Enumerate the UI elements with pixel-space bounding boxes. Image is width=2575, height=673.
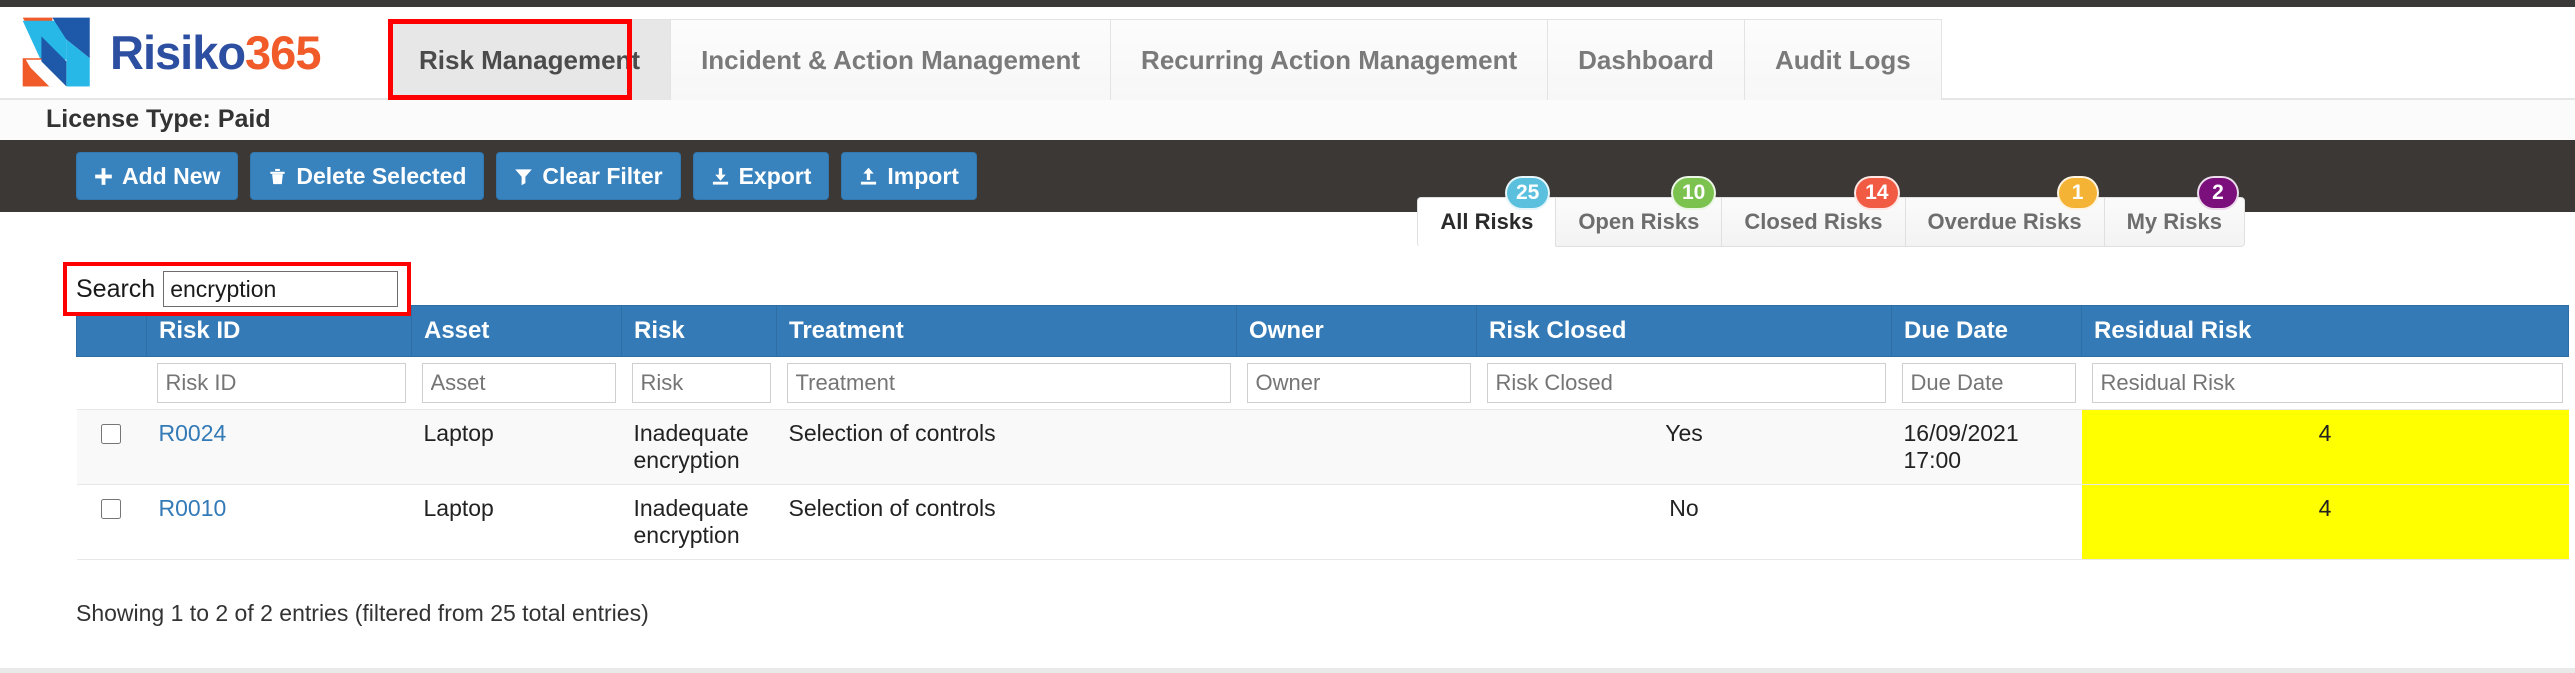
export-button[interactable]: Export — [692, 152, 830, 200]
badge-open-risks: 10 — [1671, 176, 1717, 210]
table-row[interactable]: R0010 Laptop Inadequate encryption Selec… — [76, 484, 2569, 560]
toolbar-button-group: Add New Delete Selected Clear Filter Exp… — [76, 152, 977, 200]
search-input[interactable] — [163, 271, 399, 307]
cell-risk-closed: Yes — [1476, 409, 1892, 485]
delete-selected-label: Delete Selected — [296, 162, 467, 189]
risiko-arrow-logo-icon — [22, 17, 90, 87]
column-filter-row — [76, 356, 2569, 410]
cell-due-date — [1891, 484, 2082, 560]
filter-input-owner[interactable] — [1246, 363, 1471, 403]
cell-treatment: Selection of controls — [776, 409, 1237, 485]
filter-input-due-date[interactable] — [1901, 363, 2076, 403]
header-due-date[interactable]: Due Date — [1891, 305, 2082, 357]
row-select-cell — [76, 409, 147, 485]
filter-cell-treatment — [776, 356, 1237, 410]
brand-name-primary: Risiko — [110, 25, 246, 79]
cell-risk: Inadequate encryption — [621, 484, 777, 560]
cell-risk-id: R0024 — [146, 409, 412, 485]
table-row[interactable]: R0024 Laptop Inadequate encryption Selec… — [76, 409, 2569, 485]
filter-input-residual-risk[interactable] — [2091, 363, 2563, 403]
filter-cell-select — [76, 356, 147, 410]
main-navigation: Risk Management Incident & Action Manage… — [388, 19, 1942, 100]
tab-risk-management[interactable]: Risk Management — [388, 19, 672, 100]
header-risk[interactable]: Risk — [621, 305, 777, 357]
app-header: Risiko365 Risk Management Incident & Act… — [0, 7, 2575, 100]
cell-asset: Laptop — [411, 484, 622, 560]
brand-name-secondary: 365 — [245, 25, 321, 79]
license-type-label: License Type: Paid — [46, 105, 271, 133]
trash-icon — [270, 168, 286, 184]
table-header-row: Risk ID Asset Risk Treatment Owner Risk … — [76, 305, 2569, 357]
bottom-divider — [0, 668, 2575, 673]
filter-cell-risk-id — [146, 356, 412, 410]
risk-id-link[interactable]: R0024 — [159, 420, 227, 446]
cell-residual-risk: 4 — [2081, 484, 2569, 560]
import-label: Import — [887, 162, 959, 189]
tab-audit-logs[interactable]: Audit Logs — [1744, 19, 1942, 100]
top-strip — [0, 0, 2575, 7]
header-owner[interactable]: Owner — [1236, 305, 1477, 357]
clear-filter-label: Clear Filter — [542, 162, 663, 189]
filter-input-risk-id[interactable] — [156, 363, 406, 403]
filter-cell-due-date — [1891, 356, 2082, 410]
search-area: Search — [63, 262, 412, 316]
cell-risk-closed: No — [1476, 484, 1892, 560]
brand-logo[interactable]: Risiko365 — [18, 13, 321, 91]
upload-icon — [861, 167, 877, 185]
delete-selected-button[interactable]: Delete Selected — [250, 152, 485, 200]
filter-input-risk-closed[interactable] — [1486, 363, 1886, 403]
plus-icon — [95, 167, 112, 185]
header-treatment[interactable]: Treatment — [776, 305, 1237, 357]
license-bar: License Type: Paid — [0, 100, 2575, 140]
cell-owner — [1236, 409, 1477, 485]
tab-recurring-action-management[interactable]: Recurring Action Management — [1111, 19, 1549, 100]
row-select-cell — [76, 484, 147, 560]
row-checkbox[interactable] — [100, 499, 121, 519]
filter-cell-risk — [621, 356, 777, 410]
risk-filter-item-all: 25 All Risks — [1417, 176, 1557, 247]
risk-filter-tabs: 25 All Risks 10 Open Risks 14 Closed Ris… — [1417, 176, 2245, 247]
funnel-icon — [515, 168, 533, 185]
filter-cell-owner — [1236, 356, 1477, 410]
table-entries-info: Showing 1 to 2 of 2 entries (filtered fr… — [76, 600, 649, 626]
badge-closed-risks: 14 — [1854, 176, 1900, 210]
add-new-label: Add New — [122, 162, 221, 189]
row-checkbox[interactable] — [100, 424, 121, 444]
cell-risk-id: R0010 — [146, 484, 412, 560]
brand-wordmark: Risiko365 — [110, 25, 321, 79]
risk-filter-item-open: 10 Open Risks — [1556, 176, 1723, 247]
search-label: Search — [76, 274, 156, 303]
filter-input-asset[interactable] — [421, 363, 616, 403]
filter-cell-risk-closed — [1476, 356, 1892, 410]
cell-owner — [1236, 484, 1477, 560]
cell-treatment: Selection of controls — [776, 484, 1237, 560]
cell-residual-risk: 4 — [2081, 409, 2569, 485]
import-button[interactable]: Import — [841, 152, 977, 200]
risk-filter-item-overdue: 1 Overdue Risks — [1905, 176, 2105, 247]
tab-dashboard[interactable]: Dashboard — [1548, 19, 1745, 100]
badge-my-risks: 2 — [2197, 176, 2239, 210]
download-icon — [712, 167, 728, 185]
filter-cell-asset — [411, 356, 622, 410]
header-risk-closed[interactable]: Risk Closed — [1476, 305, 1892, 357]
add-new-button[interactable]: Add New — [76, 152, 239, 200]
badge-all-risks: 25 — [1504, 176, 1551, 210]
risk-table: Risk ID Asset Risk Treatment Owner Risk … — [76, 305, 2569, 560]
risk-id-link[interactable]: R0010 — [159, 495, 227, 521]
cell-due-date: 16/09/2021 17:00 — [1891, 409, 2082, 485]
header-residual-risk[interactable]: Residual Risk — [2081, 305, 2569, 357]
clear-filter-button[interactable]: Clear Filter — [496, 152, 681, 200]
filter-input-risk[interactable] — [631, 363, 771, 403]
tab-incident-action-management[interactable]: Incident & Action Management — [671, 19, 1112, 100]
badge-overdue-risks: 1 — [2056, 176, 2099, 210]
risk-filter-item-closed: 14 Closed Risks — [1722, 176, 1906, 247]
filter-input-treatment[interactable] — [786, 363, 1231, 403]
risk-filter-item-my: 2 My Risks — [2104, 176, 2245, 247]
cell-asset: Laptop — [411, 409, 622, 485]
header-asset[interactable]: Asset — [411, 305, 622, 357]
filter-cell-residual-risk — [2081, 356, 2569, 410]
export-label: Export — [738, 162, 812, 189]
cell-risk: Inadequate encryption — [621, 409, 777, 485]
